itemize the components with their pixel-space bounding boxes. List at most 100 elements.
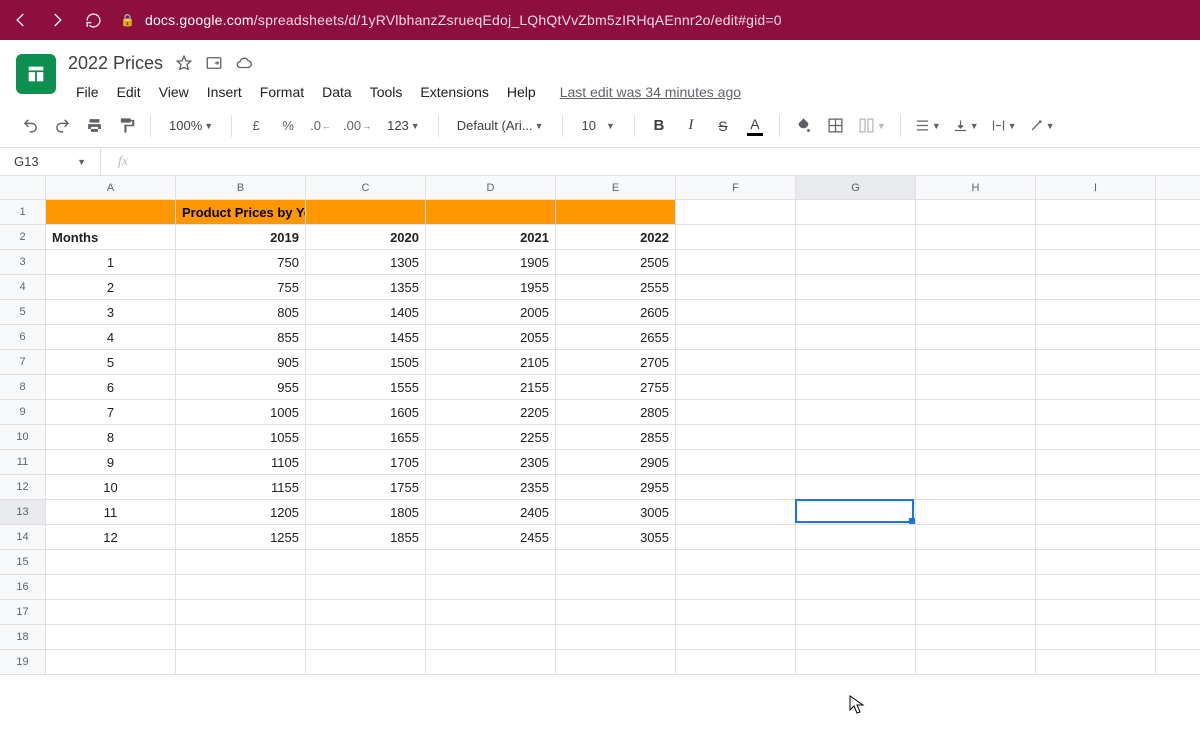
cell-D5[interactable]: 2005 [426,300,556,324]
cell-C16[interactable] [306,575,426,599]
cell-G13[interactable] [796,500,916,524]
cell-I3[interactable] [1036,250,1156,274]
h-align-button[interactable]: ▼ [911,112,945,140]
zoom-select[interactable]: 100%▼ [161,112,221,140]
cell-E5[interactable]: 2605 [556,300,676,324]
font-size-select[interactable]: 10▼ [573,112,624,140]
address-bar[interactable]: 🔒 docs.google.com/spreadsheets/d/1yRVlbh… [120,12,782,28]
cell-A16[interactable] [46,575,176,599]
cell-A11[interactable]: 9 [46,450,176,474]
cell-A15[interactable] [46,550,176,574]
cell-I1[interactable] [1036,200,1156,224]
cell-G4[interactable] [796,275,916,299]
cell-D12[interactable]: 2355 [426,475,556,499]
menu-file[interactable]: File [68,80,107,104]
v-align-button[interactable]: ▼ [949,112,983,140]
cell-H11[interactable] [916,450,1036,474]
cell-I12[interactable] [1036,475,1156,499]
cell-I11[interactable] [1036,450,1156,474]
cell-I16[interactable] [1036,575,1156,599]
cell-A14[interactable]: 12 [46,525,176,549]
merge-button[interactable]: ▼ [854,112,890,140]
cell-A12[interactable]: 10 [46,475,176,499]
cell-B7[interactable]: 905 [176,350,306,374]
cloud-icon[interactable] [235,54,253,72]
cell-H13[interactable] [916,500,1036,524]
cell-B3[interactable]: 750 [176,250,306,274]
cell-A3[interactable]: 1 [46,250,176,274]
cell-A6[interactable]: 4 [46,325,176,349]
cell-E10[interactable]: 2855 [556,425,676,449]
cell-C8[interactable]: 1555 [306,375,426,399]
cell-H1[interactable] [916,200,1036,224]
cell-E13[interactable]: 3005 [556,500,676,524]
col-header-F[interactable]: F [676,176,796,199]
sheets-logo[interactable] [16,54,56,94]
cell-F10[interactable] [676,425,796,449]
cell-G6[interactable] [796,325,916,349]
row-header-13[interactable]: 13 [0,500,46,524]
cell-G16[interactable] [796,575,916,599]
font-select[interactable]: Default (Ari...▼ [449,112,552,140]
formula-input[interactable] [145,148,1200,175]
cell-A17[interactable] [46,600,176,624]
row-header-9[interactable]: 9 [0,400,46,424]
cell-B8[interactable]: 955 [176,375,306,399]
cell-F17[interactable] [676,600,796,624]
currency-button[interactable]: £ [242,112,270,140]
cell-G2[interactable] [796,225,916,249]
cell-G9[interactable] [796,400,916,424]
cell-D17[interactable] [426,600,556,624]
cell-F13[interactable] [676,500,796,524]
cell-D2[interactable]: 2021 [426,225,556,249]
cell-I2[interactable] [1036,225,1156,249]
paint-format-button[interactable] [112,112,140,140]
cell-H2[interactable] [916,225,1036,249]
cell-B6[interactable]: 855 [176,325,306,349]
cell-F12[interactable] [676,475,796,499]
row-header-19[interactable]: 19 [0,650,46,674]
col-header-H[interactable]: H [916,176,1036,199]
row-header-14[interactable]: 14 [0,525,46,549]
row-header-7[interactable]: 7 [0,350,46,374]
cell-D6[interactable]: 2055 [426,325,556,349]
cell-C5[interactable]: 1405 [306,300,426,324]
cell-D3[interactable]: 1905 [426,250,556,274]
row-header-15[interactable]: 15 [0,550,46,574]
cell-H19[interactable] [916,650,1036,674]
cell-C10[interactable]: 1655 [306,425,426,449]
row-header-5[interactable]: 5 [0,300,46,324]
doc-title[interactable]: 2022 Prices [68,53,163,74]
cell-D15[interactable] [426,550,556,574]
cell-F11[interactable] [676,450,796,474]
cell-D7[interactable]: 2105 [426,350,556,374]
cell-A2[interactable]: Months [46,225,176,249]
col-header-G[interactable]: G [796,176,916,199]
cell-D8[interactable]: 2155 [426,375,556,399]
cell-B4[interactable]: 755 [176,275,306,299]
cell-D16[interactable] [426,575,556,599]
cell-B15[interactable] [176,550,306,574]
cell-C15[interactable] [306,550,426,574]
cell-C1[interactable] [306,200,426,224]
col-header-A[interactable]: A [46,176,176,199]
cell-I6[interactable] [1036,325,1156,349]
cell-B2[interactable]: 2019 [176,225,306,249]
cell-A18[interactable] [46,625,176,649]
cell-G10[interactable] [796,425,916,449]
cell-B17[interactable] [176,600,306,624]
cell-B14[interactable]: 1255 [176,525,306,549]
print-button[interactable] [80,112,108,140]
cell-E19[interactable] [556,650,676,674]
cell-A19[interactable] [46,650,176,674]
cell-G17[interactable] [796,600,916,624]
cell-C18[interactable] [306,625,426,649]
cell-H14[interactable] [916,525,1036,549]
cell-F18[interactable] [676,625,796,649]
cell-F5[interactable] [676,300,796,324]
cell-H16[interactable] [916,575,1036,599]
col-header-C[interactable]: C [306,176,426,199]
row-header-3[interactable]: 3 [0,250,46,274]
cell-E11[interactable]: 2905 [556,450,676,474]
reload-icon[interactable] [84,11,102,29]
